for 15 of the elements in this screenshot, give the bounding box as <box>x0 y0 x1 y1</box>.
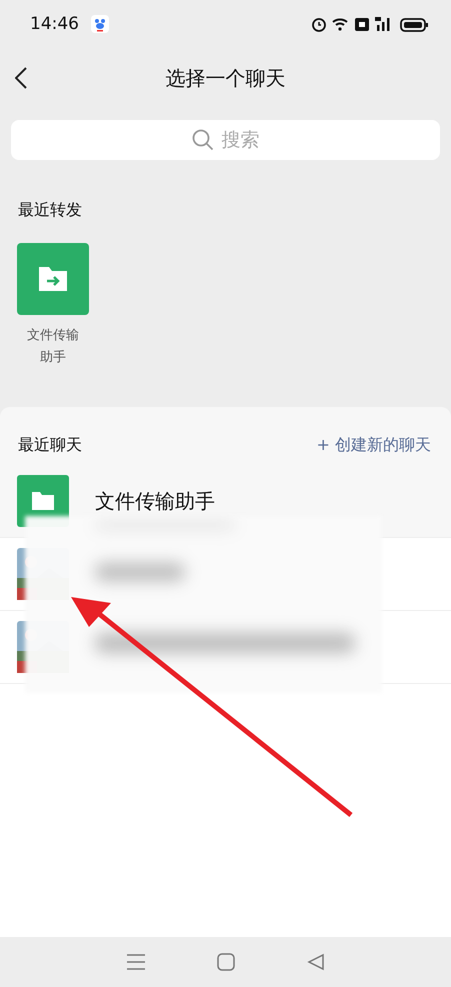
section-title: 最近转发 <box>18 200 83 221</box>
chat-name[interactable]: 文件传输助手 <box>95 488 215 514</box>
new-chat-link[interactable]: + 创建新的聊天 <box>316 434 431 456</box>
folder-icon[interactable] <box>17 243 89 315</box>
search-placeholder: 搜索 <box>222 128 260 153</box>
back-icon[interactable] <box>15 67 27 89</box>
back-triangle-icon[interactable] <box>307 953 326 971</box>
contact-name: 文件传输助手 <box>26 327 80 367</box>
search-icon <box>192 129 214 151</box>
paw-app-icon <box>91 15 109 33</box>
menu-icon[interactable] <box>126 953 146 971</box>
home-icon[interactable] <box>217 953 236 971</box>
page-title: 选择一个聊天 <box>166 64 286 92</box>
section-title: 最近聊天 <box>18 434 82 456</box>
status-time: 14:46 <box>30 14 79 34</box>
